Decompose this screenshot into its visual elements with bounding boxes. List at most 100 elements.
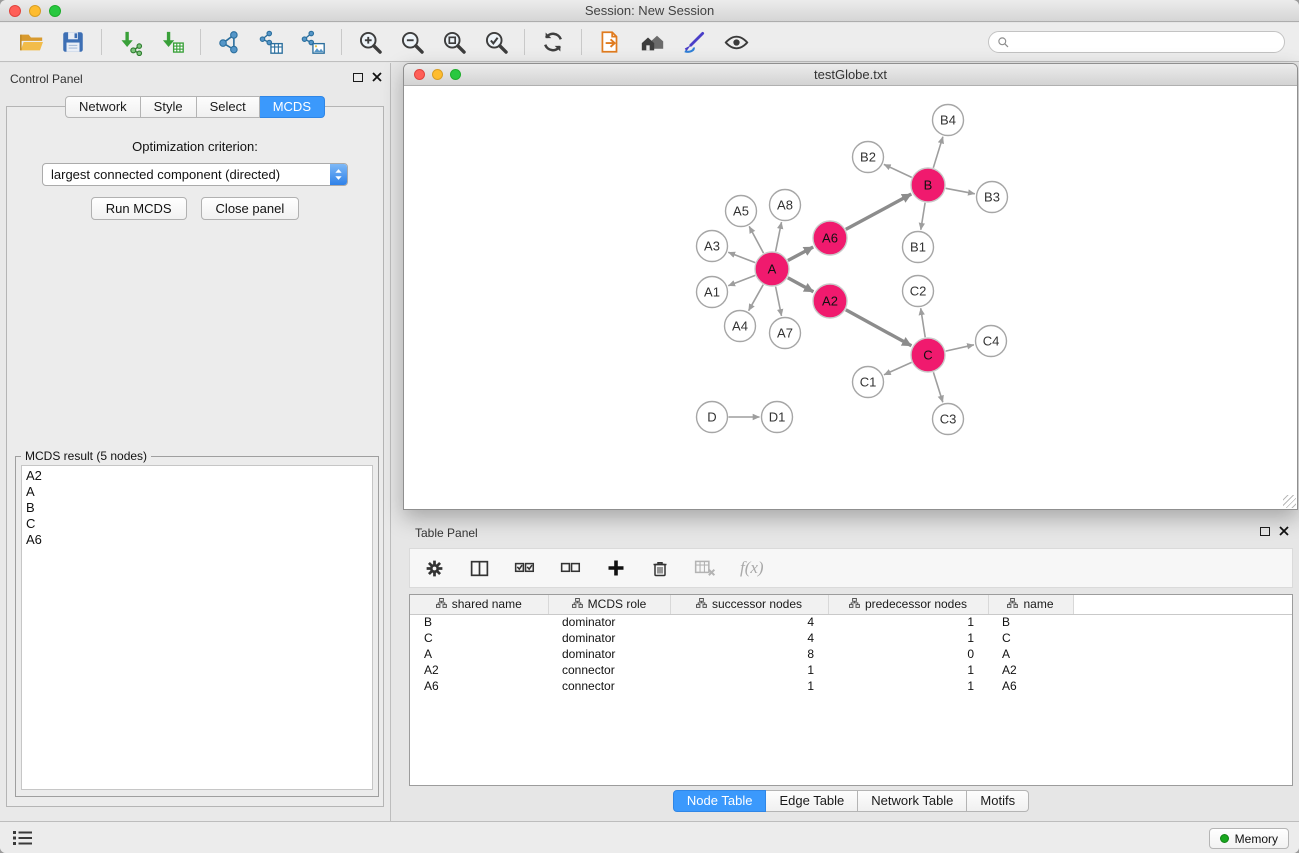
apply-style-button[interactable] bbox=[673, 25, 715, 59]
network-zoom-button[interactable] bbox=[450, 69, 461, 80]
graph-edge-A-A3[interactable] bbox=[728, 252, 755, 262]
table-cell[interactable]: A2 bbox=[988, 662, 1073, 678]
close-panel-button[interactable]: Close panel bbox=[201, 197, 300, 220]
graph-node-C1[interactable]: C1 bbox=[853, 367, 884, 398]
table-cell[interactable]: C bbox=[988, 630, 1073, 646]
table-row[interactable]: A6connector11A6 bbox=[410, 678, 1292, 694]
zoom-out-button[interactable] bbox=[391, 25, 433, 59]
network-window-titlebar[interactable]: testGlobe.txt bbox=[404, 64, 1297, 86]
mcds-result-item[interactable]: A6 bbox=[22, 532, 372, 548]
table-cell[interactable]: dominator bbox=[548, 614, 670, 630]
search-input[interactable] bbox=[1015, 35, 1276, 49]
column-header[interactable]: successor nodes bbox=[670, 595, 828, 614]
graph-node-B3[interactable]: B3 bbox=[977, 182, 1008, 213]
tab-network[interactable]: Network bbox=[65, 96, 141, 118]
save-session-button[interactable] bbox=[52, 25, 94, 59]
open-session-button[interactable] bbox=[10, 25, 52, 59]
run-mcds-button[interactable]: Run MCDS bbox=[91, 197, 187, 220]
graph-node-A2[interactable]: A2 bbox=[813, 284, 847, 318]
tab-mcds[interactable]: MCDS bbox=[260, 96, 325, 118]
table-cell[interactable]: A bbox=[988, 646, 1073, 662]
graph-node-B4[interactable]: B4 bbox=[933, 105, 964, 136]
network-image-button[interactable] bbox=[292, 25, 334, 59]
mcds-result-item[interactable]: B bbox=[22, 500, 372, 516]
column-header[interactable]: shared name bbox=[410, 595, 548, 614]
table-cell[interactable]: 0 bbox=[828, 646, 988, 662]
tab-edge-table[interactable]: Edge Table bbox=[766, 790, 858, 812]
graph-node-A3[interactable]: A3 bbox=[697, 231, 728, 262]
resize-grip[interactable] bbox=[1283, 495, 1296, 508]
add-column-button[interactable] bbox=[606, 558, 626, 578]
table-cell[interactable]: 1 bbox=[828, 662, 988, 678]
network-minimize-button[interactable] bbox=[432, 69, 443, 80]
mcds-result-item[interactable]: A2 bbox=[22, 468, 372, 484]
new-network-button[interactable] bbox=[208, 25, 250, 59]
graph-edge-B-B2[interactable] bbox=[884, 164, 912, 177]
table-cell[interactable]: connector bbox=[548, 662, 670, 678]
mcds-result-item[interactable]: A bbox=[22, 484, 372, 500]
table-cell[interactable]: connector bbox=[548, 678, 670, 694]
graph-edge-A-A6[interactable] bbox=[788, 247, 813, 261]
memory-button[interactable]: Memory bbox=[1209, 828, 1289, 849]
table-cell[interactable]: 4 bbox=[670, 614, 828, 630]
tab-select[interactable]: Select bbox=[197, 96, 260, 118]
graph-node-A4[interactable]: A4 bbox=[725, 311, 756, 342]
column-header[interactable]: name bbox=[988, 595, 1073, 614]
import-network-file-button[interactable] bbox=[109, 25, 151, 59]
network-canvas[interactable]: B4B2BB3A5A8A6B1A3AA1C2A2A4A7CC4C1C3DD1 bbox=[404, 86, 1297, 509]
graph-node-B[interactable]: B bbox=[911, 168, 945, 202]
column-header[interactable]: predecessor nodes bbox=[828, 595, 988, 614]
mcds-result-list[interactable]: A2ABCA6 bbox=[21, 465, 373, 790]
tab-style[interactable]: Style bbox=[141, 96, 197, 118]
graph-node-A5[interactable]: A5 bbox=[726, 196, 757, 227]
search-field[interactable] bbox=[988, 31, 1285, 53]
show-column-button[interactable] bbox=[469, 558, 490, 579]
graph-edge-B-B3[interactable] bbox=[946, 188, 975, 194]
table-settings-button[interactable] bbox=[424, 558, 445, 579]
close-window-button[interactable] bbox=[9, 5, 21, 17]
mcds-result-item[interactable]: C bbox=[22, 516, 372, 532]
graph-edge-A2-C[interactable] bbox=[846, 310, 912, 346]
zoom-selected-button[interactable] bbox=[475, 25, 517, 59]
table-cell[interactable]: dominator bbox=[548, 646, 670, 662]
graph-edge-A-A5[interactable] bbox=[749, 226, 763, 253]
graph-edge-B-B4[interactable] bbox=[933, 137, 943, 168]
delete-table-button[interactable] bbox=[694, 557, 716, 579]
table-row[interactable]: Bdominator41B bbox=[410, 614, 1292, 630]
table-cell[interactable]: A bbox=[410, 646, 548, 662]
tab-node-table[interactable]: Node Table bbox=[673, 790, 767, 812]
table-cell[interactable]: A2 bbox=[410, 662, 548, 678]
graph-node-C[interactable]: C bbox=[911, 338, 945, 372]
network-close-button[interactable] bbox=[414, 69, 425, 80]
graph-edge-A-A2[interactable] bbox=[788, 278, 814, 292]
open-document-button[interactable] bbox=[589, 25, 631, 59]
tab-motifs[interactable]: Motifs bbox=[967, 790, 1029, 812]
table-row[interactable]: Cdominator41C bbox=[410, 630, 1292, 646]
graph-edge-A-A1[interactable] bbox=[728, 275, 755, 285]
delete-column-button[interactable] bbox=[650, 558, 670, 578]
graph-node-A6[interactable]: A6 bbox=[813, 221, 847, 255]
task-history-button[interactable] bbox=[12, 829, 34, 850]
table-cell[interactable]: 8 bbox=[670, 646, 828, 662]
table-cell[interactable]: 1 bbox=[828, 630, 988, 646]
graph-node-C4[interactable]: C4 bbox=[976, 326, 1007, 357]
graph-node-D[interactable]: D bbox=[697, 402, 728, 433]
zoom-window-button[interactable] bbox=[49, 5, 61, 17]
network-from-table-button[interactable] bbox=[250, 25, 292, 59]
table-cell[interactable]: 1 bbox=[828, 678, 988, 694]
table-cell[interactable]: B bbox=[988, 614, 1073, 630]
graph-edge-C-C2[interactable] bbox=[921, 308, 926, 337]
table-cell[interactable]: 4 bbox=[670, 630, 828, 646]
column-header[interactable]: MCDS role bbox=[548, 595, 670, 614]
graph-node-A[interactable]: A bbox=[755, 252, 789, 286]
table-close-panel-icon[interactable] bbox=[1279, 526, 1289, 536]
select-all-button[interactable] bbox=[514, 557, 536, 579]
graph-edge-A-A8[interactable] bbox=[776, 222, 782, 251]
show-hide-button[interactable] bbox=[715, 25, 757, 59]
table-row[interactable]: Adominator80A bbox=[410, 646, 1292, 662]
float-panel-icon[interactable] bbox=[353, 73, 363, 82]
graph-edge-A-A4[interactable] bbox=[749, 285, 764, 311]
table-cell[interactable]: 1 bbox=[828, 614, 988, 630]
zoom-fit-button[interactable] bbox=[433, 25, 475, 59]
home-button[interactable] bbox=[631, 25, 673, 59]
